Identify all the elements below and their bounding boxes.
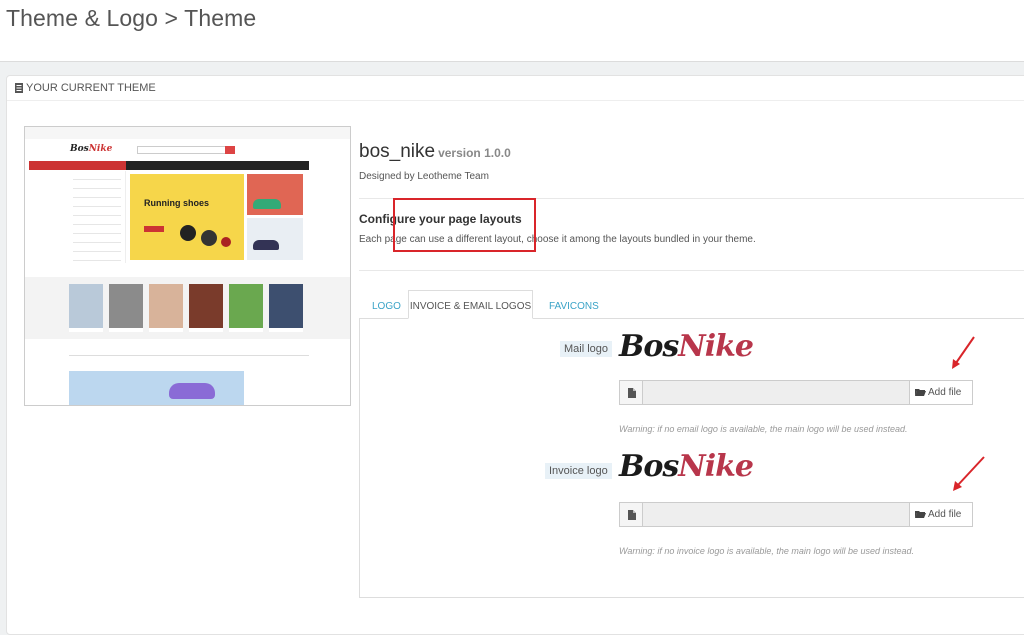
divider <box>359 270 1024 271</box>
page-header: Theme & Logo > Theme <box>0 0 1024 62</box>
tab-content: Mail logo BosNike Add file Warning: if n… <box>359 319 1024 598</box>
page-title: Theme & Logo > Theme <box>6 5 257 31</box>
tab-favicons[interactable]: FAVICONS <box>549 292 599 320</box>
designed-by: Designed by Leotheme Team <box>359 171 489 182</box>
theme-preview-thumbnail: BosNike Running shoes <box>24 126 351 406</box>
theme-version: version 1.0.0 <box>438 146 511 160</box>
thumbnail-hero-text: Running shoes <box>144 198 209 208</box>
tab-logo[interactable]: LOGO <box>372 292 401 320</box>
theme-icon <box>15 83 23 93</box>
invoice-add-file-button[interactable]: Add file <box>909 502 973 527</box>
file-icon <box>619 380 643 405</box>
mail-logo-label: Mail logo <box>560 341 613 357</box>
arrow-annotation <box>952 336 975 369</box>
current-theme-panel: YOUR CURRENT THEME BosNike Running shoes… <box>6 75 1024 635</box>
panel-heading-text: YOUR CURRENT THEME <box>26 82 156 94</box>
invoice-logo-label: Invoice logo <box>545 463 612 479</box>
panel-heading: YOUR CURRENT THEME <box>7 76 1024 101</box>
invoice-logo-file-input[interactable] <box>642 502 910 527</box>
mail-add-file-button[interactable]: Add file <box>909 380 973 405</box>
mail-logo-file-group: Add file <box>619 380 973 405</box>
file-icon <box>619 502 643 527</box>
tab-invoice-email-logos[interactable]: INVOICE & EMAIL LOGOS <box>408 290 533 319</box>
folder-open-icon <box>915 389 926 396</box>
mail-logo-image: BosNike <box>619 329 754 364</box>
mail-logo-file-input[interactable] <box>642 380 910 405</box>
invoice-logo-warning: Warning: if no invoice logo is available… <box>619 546 915 556</box>
folder-open-icon <box>915 511 926 518</box>
theme-name: bos_nike version 1.0.0 <box>359 141 511 162</box>
invoice-logo-image: BosNike <box>619 449 754 484</box>
arrow-annotation <box>953 456 985 491</box>
thumbnail-logo: BosNike <box>70 144 113 154</box>
highlight-annotation <box>393 198 536 252</box>
logo-tabs: LOGO INVOICE & EMAIL LOGOS FAVICONS <box>359 284 1024 319</box>
invoice-logo-file-group: Add file <box>619 502 973 527</box>
mail-logo-warning: Warning: if no email logo is available, … <box>619 424 908 434</box>
